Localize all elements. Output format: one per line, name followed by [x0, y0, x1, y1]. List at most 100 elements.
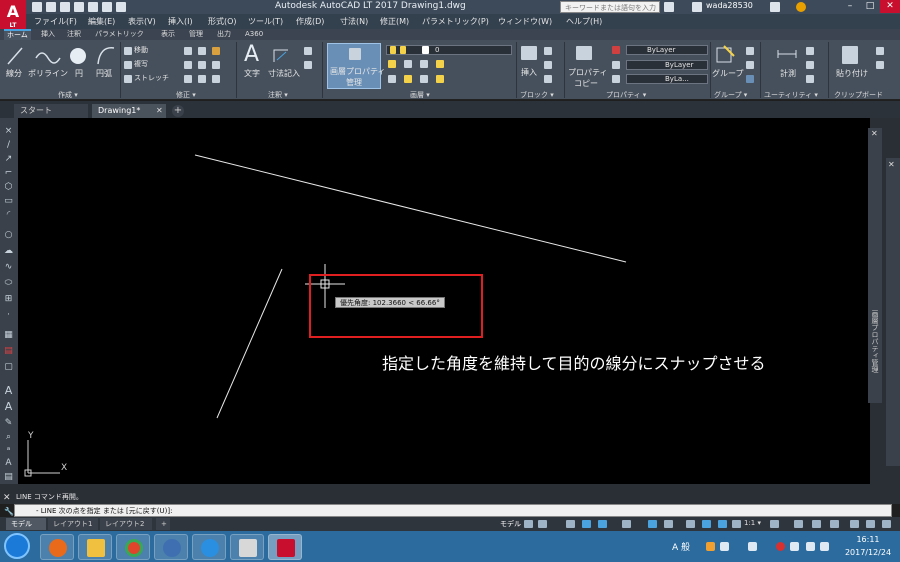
- taskbar-chrome[interactable]: [116, 534, 150, 560]
- insert-block-tool[interactable]: 挿入: [521, 67, 537, 78]
- group-select-icon[interactable]: [746, 75, 754, 83]
- annotation-scale[interactable]: 1:1 ▾: [744, 519, 761, 527]
- field-icon[interactable]: A: [3, 458, 14, 468]
- group-edit-icon[interactable]: [746, 61, 754, 69]
- units-icon[interactable]: [812, 520, 821, 528]
- search-icon[interactable]: [664, 2, 674, 12]
- layer-tool-icon[interactable]: [388, 60, 396, 68]
- rectangle-icon[interactable]: ▭: [3, 196, 14, 206]
- layer-tool-icon[interactable]: [404, 75, 412, 83]
- copy-icon[interactable]: [124, 61, 132, 69]
- trim-icon[interactable]: [198, 47, 206, 55]
- menu-file[interactable]: ファイル(F): [34, 16, 77, 27]
- toolbar-close-icon[interactable]: ×: [3, 126, 14, 136]
- layer-tool-icon[interactable]: [436, 60, 444, 68]
- clock-time[interactable]: 16:11: [842, 535, 894, 544]
- user-name[interactable]: wada28530: [706, 1, 753, 10]
- circle-tool[interactable]: 円: [75, 68, 83, 79]
- quick-select-icon[interactable]: [806, 47, 814, 55]
- point-icon[interactable]: ·: [3, 310, 14, 320]
- layout-tab-model[interactable]: モデル: [6, 518, 46, 530]
- panel-clipboard-label[interactable]: クリップボード: [834, 90, 883, 100]
- text-tool[interactable]: 文字: [244, 68, 260, 79]
- snap-icon[interactable]: [538, 520, 547, 528]
- array-icon[interactable]: [198, 75, 206, 83]
- tab-annotate[interactable]: 注釈: [64, 29, 84, 40]
- panel-properties-label[interactable]: プロパティ ▾: [606, 90, 646, 100]
- volume-icon[interactable]: [806, 542, 815, 551]
- edit-block-icon[interactable]: [544, 61, 552, 69]
- layer-tool-icon[interactable]: [420, 75, 428, 83]
- object-snap-icon[interactable]: [648, 520, 657, 528]
- minimize-button[interactable]: –: [840, 0, 860, 13]
- tray-icon[interactable]: [720, 542, 729, 551]
- ortho-icon[interactable]: [566, 520, 575, 528]
- tray-icon[interactable]: [748, 542, 757, 551]
- group-tool[interactable]: グループ: [712, 68, 744, 79]
- grid-icon[interactable]: [524, 520, 533, 528]
- doc-tab-drawing1[interactable]: Drawing1*: [92, 104, 166, 118]
- move-tool[interactable]: 移動: [134, 45, 148, 55]
- layout-tab-2[interactable]: レイアウト2: [100, 518, 152, 530]
- annotation-scale-icon[interactable]: [732, 520, 741, 528]
- ellipse-icon[interactable]: ⬭: [3, 278, 14, 288]
- menu-parametric[interactable]: パラメトリック(P): [422, 16, 489, 27]
- clipboard-copy-icon[interactable]: [876, 61, 884, 69]
- polyline-tool[interactable]: ポリライン: [28, 68, 68, 79]
- drawn-line[interactable]: [194, 154, 627, 263]
- stretch-tool[interactable]: ストレッチ: [134, 73, 169, 83]
- point-icon[interactable]: [806, 61, 814, 69]
- menu-format[interactable]: 形式(O): [208, 16, 237, 27]
- taskbar-thunderbird[interactable]: [154, 534, 188, 560]
- move-icon[interactable]: [124, 47, 132, 55]
- block-insert-icon[interactable]: ⊞: [3, 294, 14, 304]
- layer-tool-icon[interactable]: [404, 60, 412, 68]
- taskbar-autocad[interactable]: [268, 534, 302, 560]
- new-tab-button[interactable]: +: [172, 105, 184, 117]
- match-properties-label[interactable]: プロパティ: [568, 67, 608, 78]
- taskbar-paint[interactable]: [230, 534, 264, 560]
- table-icon[interactable]: ▤: [3, 472, 14, 482]
- annotation-visibility-icon[interactable]: [718, 520, 727, 528]
- panel-utility-label[interactable]: ユーティリティ ▾: [764, 90, 818, 100]
- polar-tracking-icon[interactable]: [582, 520, 591, 528]
- ungroup-icon[interactable]: [746, 47, 754, 55]
- palette-close-icon[interactable]: ✕: [871, 129, 878, 138]
- polygon-icon[interactable]: ⬡: [3, 182, 14, 192]
- abc-icon[interactable]: ᵃ: [3, 446, 14, 456]
- arc-icon[interactable]: [96, 44, 116, 66]
- layer-tool-icon[interactable]: [388, 75, 396, 83]
- close-tab-icon[interactable]: ✕: [156, 106, 163, 115]
- redo-icon[interactable]: [116, 2, 126, 12]
- panel-draw-label[interactable]: 作成 ▾: [58, 90, 78, 100]
- hatch-icon[interactable]: ▦: [3, 330, 14, 340]
- match-properties-icon[interactable]: [576, 46, 592, 60]
- cloud-icon[interactable]: ☁: [3, 246, 14, 256]
- layer-tool-icon[interactable]: [420, 60, 428, 68]
- add-layout-button[interactable]: +: [156, 518, 170, 530]
- match-properties-label-2[interactable]: コピー: [574, 78, 598, 89]
- rotate-icon[interactable]: [184, 47, 192, 55]
- layout-tab-1[interactable]: レイアウト1: [48, 518, 98, 530]
- menu-view[interactable]: 表示(V): [128, 16, 156, 27]
- layer-properties-button[interactable]: 画層プロパティ 管理: [327, 43, 386, 89]
- ime-indicator[interactable]: A 般: [672, 540, 690, 553]
- construction-line-icon[interactable]: ↗: [3, 154, 14, 164]
- panel-annotation-label[interactable]: 注釈 ▾: [268, 90, 288, 100]
- keyword-search-input[interactable]: キーワードまたは語句を入力: [560, 1, 660, 13]
- mtext-icon[interactable]: A: [3, 401, 14, 412]
- menu-tools[interactable]: ツール(T): [248, 16, 283, 27]
- quick-properties-icon[interactable]: [830, 520, 839, 528]
- network-icon[interactable]: [790, 542, 799, 551]
- panel-modify-label[interactable]: 修正 ▾: [176, 90, 196, 100]
- measure-tool[interactable]: 計測: [780, 68, 796, 79]
- erase-icon[interactable]: [212, 47, 220, 55]
- wrench-icon[interactable]: 🔧: [4, 507, 14, 516]
- cut-icon[interactable]: [876, 47, 884, 55]
- menu-modify[interactable]: 修正(M): [380, 16, 409, 27]
- text-tool-icon[interactable]: A: [244, 42, 259, 67]
- menu-insert[interactable]: 挿入(I): [168, 16, 193, 27]
- customization-icon[interactable]: [882, 520, 891, 528]
- line-icon[interactable]: /: [3, 140, 14, 150]
- color-dropdown[interactable]: ByLayer: [626, 45, 708, 55]
